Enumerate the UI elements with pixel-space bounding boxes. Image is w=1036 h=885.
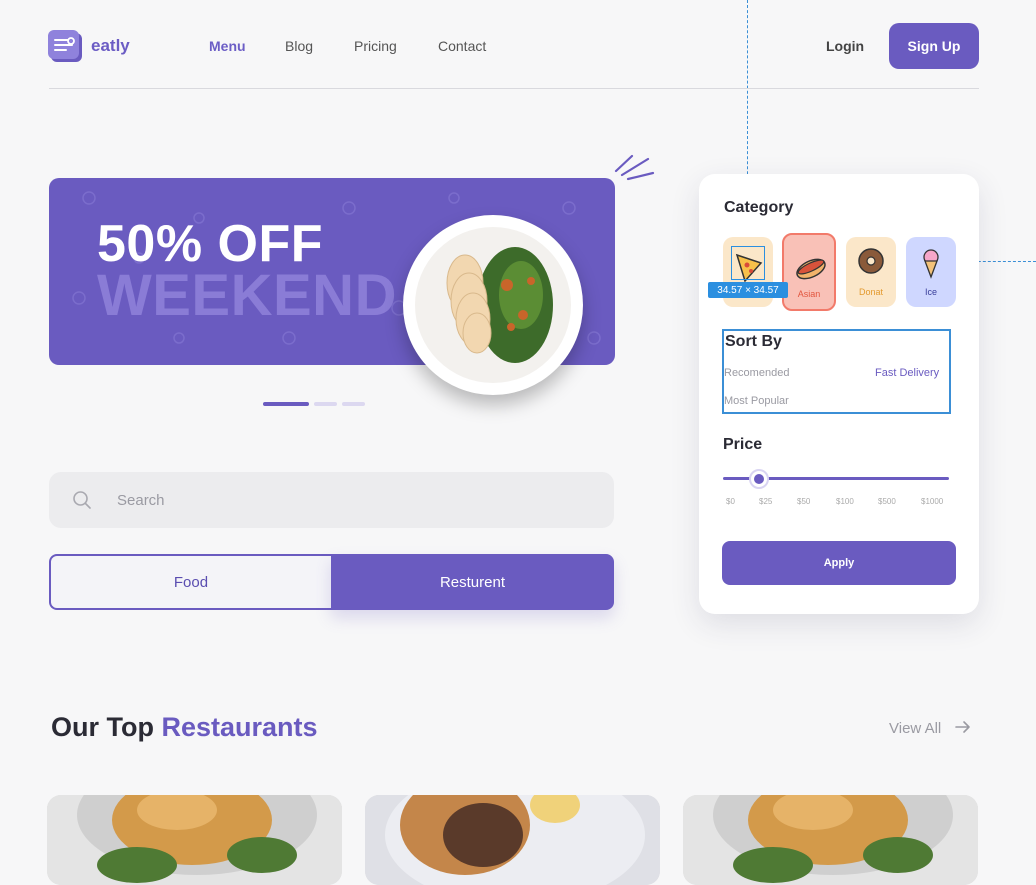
roast-chicken-photo [47, 795, 342, 885]
category-asian[interactable]: Asian [782, 233, 836, 311]
sparkle-lines-icon [612, 153, 656, 186]
dimension-label: 34.57 × 34.57 [708, 282, 788, 298]
restaurant-card[interactable] [47, 795, 342, 885]
category-label: Ice [924, 287, 937, 297]
nav-contact[interactable]: Contact [438, 38, 486, 54]
restaurant-card[interactable] [365, 795, 660, 885]
logo-text[interactable]: eatly [91, 36, 130, 56]
hotdog-icon [796, 258, 826, 280]
price-tick: $500 [878, 497, 896, 506]
price-heading: Price [723, 436, 763, 453]
carousel-dot[interactable] [342, 402, 365, 406]
category-label: Donat [858, 287, 884, 297]
sort-option-fast-delivery[interactable]: Fast Delivery [875, 367, 939, 379]
sort-option-most-popular[interactable]: Most Popular [724, 395, 789, 407]
category-ice[interactable]: Ice [906, 237, 956, 307]
category-label: Asian [797, 289, 821, 299]
logo-icon[interactable] [48, 30, 82, 62]
price-tick: $25 [759, 497, 773, 506]
banner-title: 50% OFF [97, 215, 323, 273]
price-tick: $50 [797, 497, 811, 506]
price-tick: $1000 [921, 497, 944, 506]
carousel-dot-active[interactable] [263, 402, 309, 406]
burger-photo [365, 795, 660, 885]
sort-heading: Sort By [725, 333, 782, 350]
toggle-restaurant-button[interactable]: Resturent [331, 554, 614, 610]
search-icon [72, 490, 92, 515]
selection-box [731, 246, 765, 280]
signup-button[interactable]: Sign Up [889, 23, 979, 69]
nav-menu[interactable]: Menu [209, 38, 246, 54]
sort-option-recommended[interactable]: Recomended [724, 367, 789, 379]
search-placeholder: Search [117, 492, 165, 509]
carousel-dot[interactable] [314, 402, 337, 406]
apply-button[interactable]: Apply [722, 541, 956, 585]
toggle-food-button[interactable]: Food [49, 554, 331, 610]
roast-chicken-photo [683, 795, 978, 885]
ice-cream-icon [923, 249, 939, 279]
restaurant-card[interactable] [683, 795, 978, 885]
arrow-right-icon [955, 721, 971, 733]
price-tick: $0 [726, 497, 735, 506]
view-all-link[interactable]: View All [889, 720, 971, 737]
category-heading: Category [724, 199, 794, 216]
login-link[interactable]: Login [826, 38, 864, 54]
section-title-plain: Our Top [51, 712, 154, 742]
section-title: Our Top Restaurants [51, 712, 318, 743]
nav-blog[interactable]: Blog [285, 38, 313, 54]
salad-plate-image [403, 215, 583, 395]
donut-icon [858, 248, 884, 274]
price-tick: $100 [836, 497, 854, 506]
price-slider-handle[interactable] [749, 469, 769, 489]
view-all-label: View All [889, 720, 942, 737]
header-divider [49, 88, 979, 89]
nav-pricing[interactable]: Pricing [354, 38, 397, 54]
section-title-highlight: Restaurants [161, 712, 318, 742]
category-donut[interactable]: Donat [846, 237, 896, 307]
